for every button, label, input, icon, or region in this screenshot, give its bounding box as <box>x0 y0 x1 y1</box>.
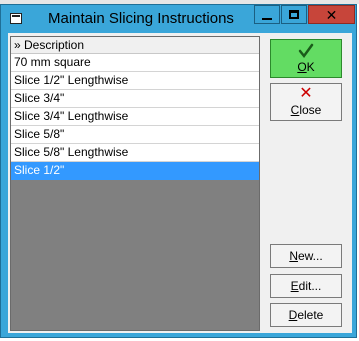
dialog-window: Maintain Slicing Instructions ✕ » Descri… <box>0 4 357 338</box>
close-icon: ✕ <box>325 6 338 23</box>
dialog-client-area: » Description 70 mm square Slice 1/2" Le… <box>8 33 352 333</box>
close-label: Close <box>290 103 322 117</box>
x-icon: ✕ <box>299 85 313 102</box>
delete-label: Delete <box>288 308 324 322</box>
list-item[interactable]: Slice 1/2" Lengthwise <box>11 72 259 90</box>
new-button[interactable]: New... <box>270 244 342 268</box>
description-list[interactable]: » Description 70 mm square Slice 1/2" Le… <box>10 36 260 331</box>
list-item[interactable]: Slice 5/8" Lengthwise <box>11 144 259 162</box>
check-icon <box>271 42 341 60</box>
new-label: New... <box>289 249 323 263</box>
list-item[interactable]: Slice 3/4" Lengthwise <box>11 108 259 126</box>
maximize-button[interactable] <box>281 5 307 24</box>
close-button[interactable]: ✕ Close <box>270 83 342 121</box>
list-item[interactable]: Slice 3/4" <box>11 90 259 108</box>
list-item-selected[interactable]: Slice 1/2" <box>11 162 259 180</box>
minimize-icon <box>262 17 272 20</box>
maximize-icon <box>289 10 299 19</box>
ok-button[interactable]: OK <box>270 39 342 78</box>
column-header-description[interactable]: » Description <box>11 37 259 54</box>
delete-button[interactable]: Delete <box>270 303 342 327</box>
window-close-button[interactable]: ✕ <box>308 5 355 24</box>
window-icon[interactable] <box>10 13 22 24</box>
edit-button[interactable]: Edit... <box>270 274 342 298</box>
window-title: Maintain Slicing Instructions <box>48 10 234 27</box>
edit-label: Edit... <box>290 279 322 293</box>
title-bar[interactable]: Maintain Slicing Instructions ✕ <box>1 5 356 33</box>
minimize-button[interactable] <box>254 5 280 24</box>
ok-label: OK <box>297 60 315 74</box>
list-item[interactable]: Slice 5/8" <box>11 126 259 144</box>
list-item[interactable]: 70 mm square <box>11 54 259 72</box>
